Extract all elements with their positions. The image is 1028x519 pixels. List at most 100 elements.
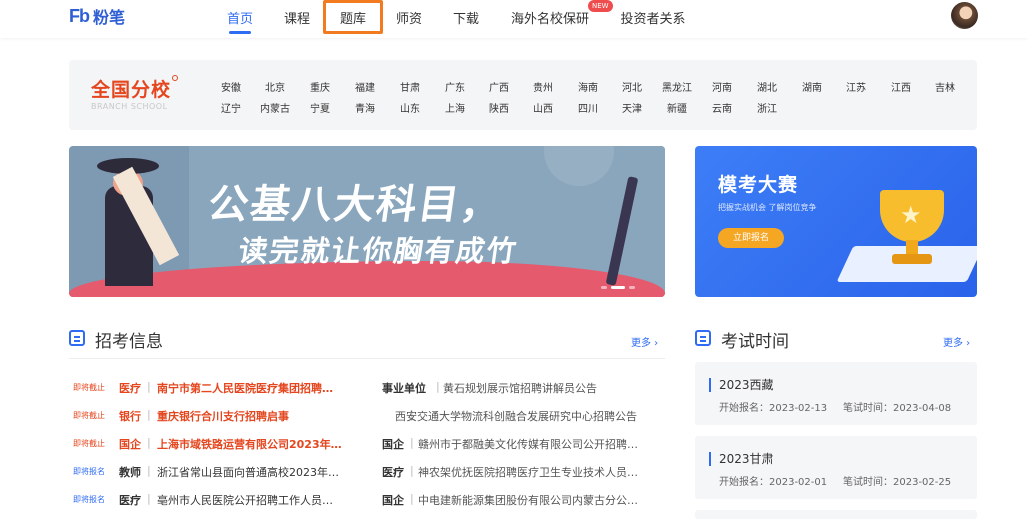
deadline-tag: 即将报名 [73, 467, 105, 476]
list-icon [69, 330, 85, 346]
deadline-tag: 即将截止 [73, 383, 105, 392]
separator: | [147, 380, 151, 393]
province-link[interactable]: 江西 [881, 79, 921, 94]
exam-written-date: 笔试时间：2023-02-25 [843, 477, 952, 488]
province-link[interactable]: 陕西 [479, 100, 519, 115]
exam-name: 2023甘肃 [719, 452, 774, 466]
province-link[interactable]: 甘肃 [390, 79, 430, 94]
category-label: 医疗 [382, 466, 404, 479]
recruit-item-link[interactable]: 南宁市第二人民医院医疗集团招聘… [157, 380, 353, 396]
separator: | [410, 492, 414, 505]
deadline-tag: 即将截止 [73, 439, 105, 448]
province-link[interactable]: 内蒙古 [255, 100, 295, 115]
mock-exam-banner[interactable]: 模考大赛 把握实战机会 了解岗位竞争 立即报名 ★ [695, 146, 977, 297]
province-link[interactable]: 山东 [390, 100, 430, 115]
recruit-item-link[interactable]: 浙江省常山县面向普通高校2023年… [157, 464, 353, 480]
category-label: 医疗 [119, 494, 141, 507]
nav-home[interactable]: 首页 [223, 0, 257, 34]
province-link[interactable]: 海南 [568, 79, 608, 94]
recruit-item-link[interactable]: 西安交通大学物流科创融合发展研究中心招聘公告 [395, 408, 665, 424]
province-link[interactable]: 广东 [435, 79, 475, 94]
province-link[interactable]: 辽宁 [211, 100, 251, 115]
mock-exam-subtitle: 把握实战机会 了解岗位竞争 [718, 203, 817, 212]
banner-pagination[interactable] [601, 286, 635, 289]
exam-written-date: 笔试时间：2023-04-08 [843, 403, 952, 414]
branch-title: 全国分校 [91, 75, 179, 102]
separator: | [436, 380, 440, 393]
deadline-tag: 即将截止 [73, 411, 105, 420]
province-link[interactable]: 江苏 [836, 79, 876, 94]
category-label: 国企 [382, 494, 404, 507]
nav-investor-relations[interactable]: 投资者关系 [617, 0, 689, 34]
category-label: 事业单位 [382, 382, 426, 395]
question-bank-highlight-box [323, 0, 383, 34]
recruit-item-link[interactable]: 上海市域铁路运营有限公司2023年… [157, 436, 353, 452]
province-link[interactable]: 天津 [612, 100, 652, 115]
province-link[interactable]: 宁夏 [300, 100, 340, 115]
separator: | [147, 492, 151, 505]
exam-section-title: 考试时间 [721, 332, 789, 352]
recruit-item-link[interactable]: 黄石规划展示馆招聘讲解员公告 [443, 380, 665, 396]
exam-more-link[interactable]: 更多 › [943, 334, 970, 349]
exam-name: 2023西藏 [719, 378, 774, 392]
province-link[interactable]: 广西 [479, 79, 519, 94]
exam-signup-date: 开始报名：2023-02-01 [719, 477, 828, 488]
province-link[interactable]: 新疆 [657, 100, 697, 115]
category-label: 教师 [119, 466, 141, 479]
category-label: 国企 [119, 438, 141, 451]
province-link[interactable]: 湖北 [747, 79, 787, 94]
province-link[interactable]: 吉林 [925, 79, 965, 94]
branch-subtitle: BRANCH SCHOOL [91, 102, 168, 111]
province-link[interactable]: 河南 [702, 79, 742, 94]
separator: | [147, 408, 151, 421]
recruit-more-link[interactable]: 更多 › [631, 334, 658, 349]
province-link[interactable]: 贵州 [523, 79, 563, 94]
recruit-item-link[interactable]: 赣州市于都融美文化传媒有限公司公开招聘… [418, 436, 665, 452]
province-link[interactable]: 山西 [523, 100, 563, 115]
exam-card[interactable]: 2023甘肃 开始报名：2023-02-01 笔试时间：2023-02-25 [695, 436, 977, 499]
recruit-item-link[interactable]: 亳州市人民医院公开招聘工作人员… [157, 492, 353, 508]
province-link[interactable]: 黑龙江 [657, 79, 697, 94]
main-banner[interactable]: 公基八大科目， 读完就让你胸有成竹 [69, 146, 665, 297]
recruit-item-link[interactable]: 重庆银行合川支行招聘启事 [157, 408, 353, 424]
province-link[interactable]: 北京 [255, 79, 295, 94]
nav-courses[interactable]: 课程 [281, 0, 313, 34]
trophy-base [892, 254, 932, 264]
province-link[interactable]: 上海 [435, 100, 475, 115]
nav-download[interactable]: 下载 [450, 0, 482, 34]
province-link[interactable]: 河北 [612, 79, 652, 94]
banner-dot[interactable] [629, 286, 635, 289]
user-avatar[interactable] [951, 2, 978, 29]
star-icon: ★ [900, 201, 922, 229]
province-link[interactable]: 重庆 [300, 79, 340, 94]
banner-dot[interactable] [601, 286, 607, 289]
province-link[interactable]: 青海 [345, 100, 385, 115]
province-link[interactable]: 浙江 [747, 100, 787, 115]
deadline-tag: 即将报名 [73, 495, 105, 504]
separator: | [410, 464, 414, 477]
recruit-item-link[interactable]: 神农架优抚医院招聘医疗卫生专业技术人员… [418, 464, 665, 480]
category-label: 医疗 [119, 382, 141, 395]
signup-now-button[interactable]: 立即报名 [718, 228, 784, 248]
province-link[interactable]: 云南 [702, 100, 742, 115]
exam-card[interactable]: 2023西藏 开始报名：2023-02-13 笔试时间：2023-04-08 [695, 362, 977, 425]
top-navbar: Fb 粉笔 首页 课程 题库 师资 下载 海外名校保研 NEW 投资者关系 [0, 0, 1028, 38]
category-label: 银行 [119, 410, 141, 423]
province-link[interactable]: 安徽 [211, 79, 251, 94]
exam-card-partial[interactable] [695, 510, 977, 519]
exam-card-accent [709, 452, 711, 466]
calendar-icon [695, 330, 711, 346]
separator: | [147, 436, 151, 449]
province-link[interactable]: 福建 [345, 79, 385, 94]
province-link[interactable]: 湖南 [792, 79, 832, 94]
category-label: 国企 [382, 438, 404, 451]
nav-teachers[interactable]: 师资 [393, 0, 425, 34]
nav-overseas[interactable]: 海外名校保研 [507, 0, 593, 34]
recruit-item-link[interactable]: 中电建新能源集团股份有限公司内蒙古分公… [418, 492, 665, 508]
province-link[interactable]: 四川 [568, 100, 608, 115]
banner-dot-active[interactable] [611, 286, 625, 289]
mock-exam-title: 模考大赛 [718, 174, 799, 196]
fenbi-logo[interactable]: Fb 粉笔 [69, 5, 125, 28]
separator: | [410, 436, 414, 449]
new-badge: NEW [588, 0, 613, 12]
